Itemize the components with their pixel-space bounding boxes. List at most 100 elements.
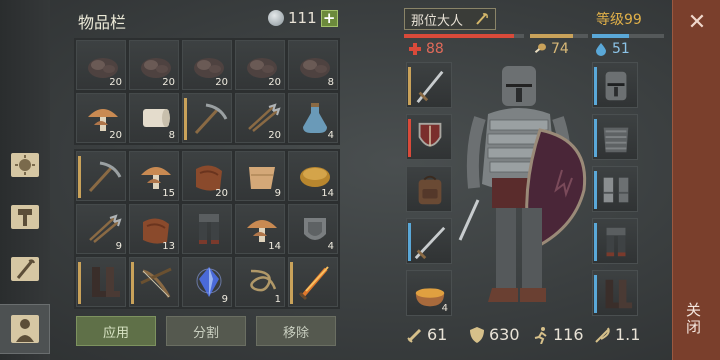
edit-quill-icon [476,13,488,25]
inventory-slot[interactable]: 20 [76,93,126,143]
equipment-slot-right[interactable] [592,114,638,160]
longsword-icon [414,226,446,260]
inventory-slot[interactable]: 1 [235,257,285,307]
equipment-slot-left[interactable] [406,218,452,264]
crafting-tab[interactable] [6,146,44,184]
inventory-slot[interactable]: 8 [129,93,179,143]
item-count: 9 [274,188,281,199]
item-count: 8 [327,77,334,88]
item-count: 13 [162,241,175,252]
item-count: 20 [215,188,228,199]
durability-bar [408,119,411,157]
inventory-slot[interactable]: 9 [182,257,232,307]
running-icon [534,326,547,344]
item-count: 20 [109,77,122,88]
durability-bar [408,223,411,261]
durability-bar [594,223,597,261]
character-icon [10,315,39,343]
attack-stat: 61 [406,325,468,344]
inventory-grid-top: 20 20 20 20 8 20 8 20 4 [74,38,340,145]
inventory-slot[interactable]: 4 [288,93,338,143]
inventory-slot[interactable]: 15 [129,151,179,201]
character-model [458,66,587,302]
inventory-slot[interactable]: 9 [235,151,285,201]
sword-attack-icon [407,328,422,343]
speed-value: 116 [553,325,584,344]
defense-value: 630 [489,325,520,344]
inventory-slot[interactable]: 13 [129,204,179,254]
equipment-slot-right[interactable] [592,62,638,108]
item-count: 9 [221,294,228,305]
durability-bar [78,156,81,198]
flame-sword-icon [298,266,329,301]
equipment-slot-left[interactable]: 4 [406,270,452,316]
side-nav [0,0,50,360]
inventory-slot[interactable]: 9 [76,204,126,254]
equipment-slot-left[interactable] [406,166,452,212]
sword-icon [416,70,444,104]
coin-amount: 111 [288,9,317,27]
close-label: 关闭 [684,302,702,336]
leg-armor-icon [606,227,626,257]
inventory-slot[interactable]: 20 [182,40,232,90]
boots-icon [92,267,120,297]
inventory-slot[interactable] [288,257,338,307]
remove-button[interactable]: 移除 [256,316,336,346]
speed-stat: 116 [532,325,594,344]
inventory-slot[interactable] [182,93,232,143]
character-tab[interactable] [0,304,50,354]
quests-tab[interactable] [6,250,44,288]
inventory-slot[interactable]: 20 [76,40,126,90]
inventory-slot[interactable]: 8 [288,40,338,90]
feather-weight-icon [595,327,610,343]
inventory-slot[interactable]: 4 [288,204,338,254]
inventory-slot[interactable] [182,204,232,254]
water-stat: 51 [594,41,630,57]
item-count: 14 [268,241,281,252]
boots-icon [605,279,633,309]
item-count: 9 [115,241,122,252]
inventory-slot[interactable]: 20 [235,40,285,90]
item-count: 20 [162,77,175,88]
leg-armor-icon [199,214,219,244]
item-count: 20 [268,77,281,88]
inventory-slot[interactable]: 14 [235,204,285,254]
durability-bar [290,262,293,304]
close-panel[interactable]: ✕ 关闭 [672,0,720,360]
durability-bar [78,262,81,304]
inventory-slot[interactable]: 20 [182,151,232,201]
weight-value: 1.1 [615,325,641,344]
item-count: 4 [327,130,334,141]
durability-bar [131,262,134,304]
water-drop-icon [596,43,606,56]
inventory-slot[interactable] [76,151,126,201]
health-value: 88 [426,41,444,57]
equipment-slot-left[interactable] [406,114,452,160]
equipment-slot-right[interactable] [592,166,638,212]
inventory-slot[interactable]: 20 [235,93,285,143]
durability-bar [184,98,187,140]
kite-shield-icon [418,122,442,147]
apply-button[interactable]: 应用 [76,316,156,346]
equipment-slot-left[interactable] [406,62,452,108]
inventory-slot[interactable]: 14 [288,151,338,201]
inventory-slot[interactable]: 20 [129,40,179,90]
shield-defense-icon [470,326,484,343]
pickaxe-icon [88,161,122,193]
scroll-quill-icon [11,257,39,281]
sun-scroll-icon [11,153,39,177]
character-name-box[interactable]: 那位大人 [404,8,496,30]
building-tab[interactable] [6,198,44,236]
close-icon[interactable]: ✕ [673,10,720,35]
durability-bar [408,67,411,105]
split-button[interactable]: 分割 [166,316,246,346]
great-helm-icon [605,71,627,101]
buy-coins-button[interactable]: + [320,9,338,27]
crossbow-icon [140,267,172,298]
durability-bar [594,119,597,157]
defense-stat: 630 [468,325,532,344]
inventory-slot[interactable] [76,257,126,307]
inventory-slot[interactable] [129,257,179,307]
equipment-slot-right[interactable] [592,218,638,264]
equipment-slot-right[interactable] [592,270,638,316]
